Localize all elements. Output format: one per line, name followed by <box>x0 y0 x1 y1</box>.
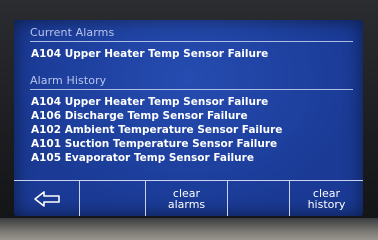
list-item: A105 Evaporator Temp Sensor Failure <box>31 152 254 164</box>
list-item: A104 Upper Heater Temp Sensor Failure <box>31 96 269 108</box>
alarm-history-title: Alarm History <box>30 74 107 87</box>
button-bar: clear alarms clear history <box>14 180 363 216</box>
alarm-history-divider <box>30 89 353 90</box>
clear-alarms-button[interactable]: clear alarms <box>146 181 228 216</box>
list-item: A102 Ambient Temperature Sensor Failure <box>31 124 283 136</box>
list-item: A106 Discharge Temp Sensor Failure <box>31 110 248 122</box>
current-alarms-divider <box>30 41 353 42</box>
current-alarms-title: Current Alarms <box>30 26 115 39</box>
left-arrow-icon <box>33 191 60 207</box>
clear-history-label-2: history <box>307 198 346 211</box>
display-screen: Current Alarms A104 Upper Heater Temp Se… <box>14 20 363 216</box>
back-button[interactable] <box>14 181 80 216</box>
list-item: A101 Suction Temperature Sensor Failure <box>31 138 278 150</box>
alarm-history-list: A104 Upper Heater Temp Sensor Failure A1… <box>31 95 282 165</box>
blank-button-2[interactable] <box>228 181 290 216</box>
clear-history-button[interactable]: clear history <box>290 181 363 216</box>
device-bezel-bottom <box>0 218 378 240</box>
current-alarm-item: A104 Upper Heater Temp Sensor Failure <box>31 48 269 60</box>
clear-alarms-label-2: alarms <box>167 198 206 211</box>
blank-button-1[interactable] <box>80 181 146 216</box>
